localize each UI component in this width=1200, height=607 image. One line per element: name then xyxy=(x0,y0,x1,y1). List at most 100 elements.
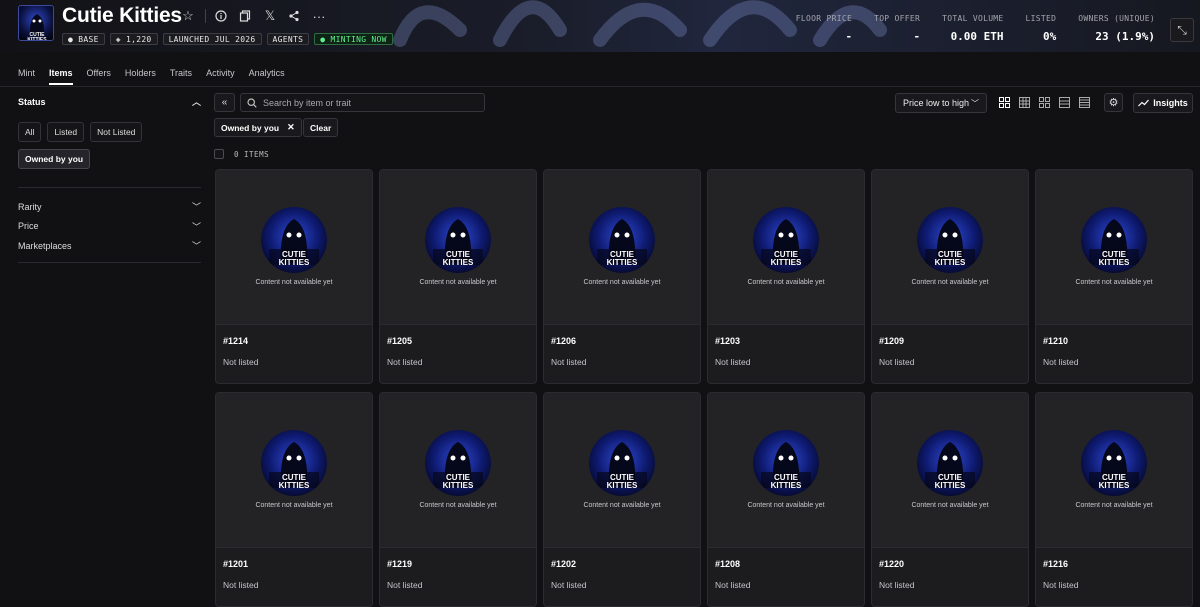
badge-label: MINTING NOW xyxy=(330,35,387,44)
stat-value: - xyxy=(845,30,853,43)
svg-text:KITTIES: KITTIES xyxy=(771,258,802,267)
clear-filters-button[interactable]: Clear xyxy=(303,118,339,137)
item-card[interactable]: CUTIE KITTIES Content not available yet … xyxy=(379,392,537,607)
svg-text:KITTIES: KITTIES xyxy=(935,258,966,267)
status-all-chip[interactable]: All xyxy=(18,122,42,142)
view-list-button[interactable] xyxy=(1056,94,1073,111)
display-settings-button[interactable]: ⚙ xyxy=(1104,93,1123,112)
copy-icon[interactable] xyxy=(237,8,253,24)
sort-dropdown[interactable]: Price low to high ﹀ xyxy=(895,93,987,113)
list-icon xyxy=(1059,97,1070,108)
item-card[interactable]: CUTIE KITTIES Content not available yet … xyxy=(1035,169,1193,384)
item-card[interactable]: CUTIE KITTIES Content not available yet … xyxy=(543,392,701,607)
sort-label: Price low to high xyxy=(903,98,970,108)
tab-mint[interactable]: Mint xyxy=(18,68,35,85)
info-icon[interactable] xyxy=(213,8,229,24)
header-divider xyxy=(205,9,206,23)
select-all-checkbox[interactable] xyxy=(214,149,224,159)
owned-options: Owned by you xyxy=(18,149,201,169)
stat-value: 0.00 ETH xyxy=(950,30,1004,43)
item-name: #1210 xyxy=(1043,336,1069,346)
tab-holders[interactable]: Holders xyxy=(125,68,156,85)
expand-header-button[interactable]: ⤡ xyxy=(1170,18,1194,42)
item-placeholder-image: CUTIE KITTIES xyxy=(589,207,655,273)
search-box[interactable] xyxy=(240,93,485,112)
tab-activity[interactable]: Activity xyxy=(206,68,235,85)
status-not-listed-chip[interactable]: Not Listed xyxy=(90,122,143,142)
items-count-row: 0 ITEMS xyxy=(214,149,269,159)
item-placeholder-image: CUTIE KITTIES xyxy=(261,430,327,496)
stat-value: 23 (1.9%) xyxy=(1095,30,1155,43)
close-icon[interactable]: ✕ xyxy=(287,122,295,133)
item-media: CUTIE KITTIES Content not available yet xyxy=(216,170,372,325)
tab-items[interactable]: Items xyxy=(49,68,73,85)
stat-value: 0% xyxy=(1043,30,1057,43)
price-filter[interactable]: Price ﹀ xyxy=(18,217,201,237)
svg-text:KITTIES: KITTIES xyxy=(1099,258,1130,267)
chevron-down-icon: ﹀ xyxy=(191,221,201,232)
tab-traits[interactable]: Traits xyxy=(170,68,192,85)
item-status: Not listed xyxy=(223,580,259,590)
view-table-button[interactable] xyxy=(1076,94,1093,111)
tab-offers[interactable]: Offers xyxy=(87,68,111,85)
item-unavailable-message: Content not available yet xyxy=(255,502,333,509)
insights-button[interactable]: Insights xyxy=(1133,93,1193,113)
item-unavailable-message: Content not available yet xyxy=(419,502,497,509)
item-card[interactable]: CUTIE KITTIES Content not available yet … xyxy=(871,392,1029,607)
item-card[interactable]: CUTIE KITTIES Content not available yet … xyxy=(543,169,701,384)
item-card[interactable]: CUTIE KITTIES Content not available yet … xyxy=(379,169,537,384)
price-filter-label: Price xyxy=(18,221,39,232)
item-unavailable-message: Content not available yet xyxy=(747,502,825,509)
agents-badge: AGENTS xyxy=(266,33,310,45)
share-icon[interactable] xyxy=(286,8,302,24)
collection-logo: CUTIE KITTIES xyxy=(18,5,54,41)
item-media: CUTIE KITTIES Content not available yet xyxy=(1036,393,1192,548)
chevron-up-icon: ︿ xyxy=(191,97,201,107)
view-large-grid-button[interactable] xyxy=(996,94,1013,111)
x-logo-icon[interactable]: 𝕏 xyxy=(262,8,278,24)
item-name: #1216 xyxy=(1043,559,1069,569)
trend-line-icon xyxy=(1138,99,1150,107)
item-unavailable-message: Content not available yet xyxy=(747,279,825,286)
item-unavailable-message: Content not available yet xyxy=(583,279,661,286)
view-small-grid-button[interactable] xyxy=(1016,94,1033,111)
item-media: CUTIE KITTIES Content not available yet xyxy=(708,170,864,325)
svg-text:KITTIES: KITTIES xyxy=(1099,481,1130,490)
item-card[interactable]: CUTIE KITTIES Content not available yet … xyxy=(215,169,373,384)
live-dot-icon: ● xyxy=(320,35,326,44)
status-filter-header[interactable]: Status ︿ xyxy=(18,95,201,108)
marketplaces-filter[interactable]: Marketplaces ﹀ xyxy=(18,236,201,256)
item-placeholder-image: CUTIE KITTIES xyxy=(1081,207,1147,273)
collapse-sidebar-button[interactable]: « xyxy=(214,93,235,112)
sidebar-divider xyxy=(18,261,201,263)
more-icon[interactable]: ··· xyxy=(311,8,327,24)
stat-value: - xyxy=(913,30,921,43)
item-card[interactable]: CUTIE KITTIES Content not available yet … xyxy=(707,169,865,384)
gear-icon: ⚙ xyxy=(1108,97,1119,109)
star-icon[interactable]: ☆ xyxy=(180,8,196,24)
item-status: Not listed xyxy=(715,357,751,367)
collection-stats: FLOOR PRICE - TOP OFFER - TOTAL VOLUME 0… xyxy=(774,14,1155,43)
compact-grid-icon xyxy=(1039,97,1050,108)
item-unavailable-message: Content not available yet xyxy=(1075,502,1153,509)
item-card[interactable]: CUTIE KITTIES Content not available yet … xyxy=(871,169,1029,384)
svg-text:KITTIES: KITTIES xyxy=(279,481,310,490)
tab-analytics[interactable]: Analytics xyxy=(249,68,285,85)
active-filter-chip[interactable]: Owned by you ✕ xyxy=(214,118,302,137)
rarity-filter[interactable]: Rarity ﹀ xyxy=(18,197,201,217)
item-card[interactable]: CUTIE KITTIES Content not available yet … xyxy=(215,392,373,607)
view-compact-grid-button[interactable] xyxy=(1036,94,1053,111)
svg-text:KITTIES: KITTIES xyxy=(607,481,638,490)
launch-badge: LAUNCHED JUL 2026 xyxy=(162,33,262,45)
item-card[interactable]: CUTIE KITTIES Content not available yet … xyxy=(707,392,865,607)
item-card[interactable]: CUTIE KITTIES Content not available yet … xyxy=(1035,392,1193,607)
item-status: Not listed xyxy=(879,357,915,367)
search-input[interactable] xyxy=(263,97,473,108)
item-media: CUTIE KITTIES Content not available yet xyxy=(708,393,864,548)
badge-label: 1,220 xyxy=(125,35,152,44)
items-count: 0 ITEMS xyxy=(234,149,270,159)
owned-by-you-chip[interactable]: Owned by you xyxy=(18,149,91,169)
item-media: CUTIE KITTIES Content not available yet xyxy=(380,170,536,325)
status-listed-chip[interactable]: Listed xyxy=(47,122,85,142)
item-media: CUTIE KITTIES Content not available yet xyxy=(872,393,1028,548)
